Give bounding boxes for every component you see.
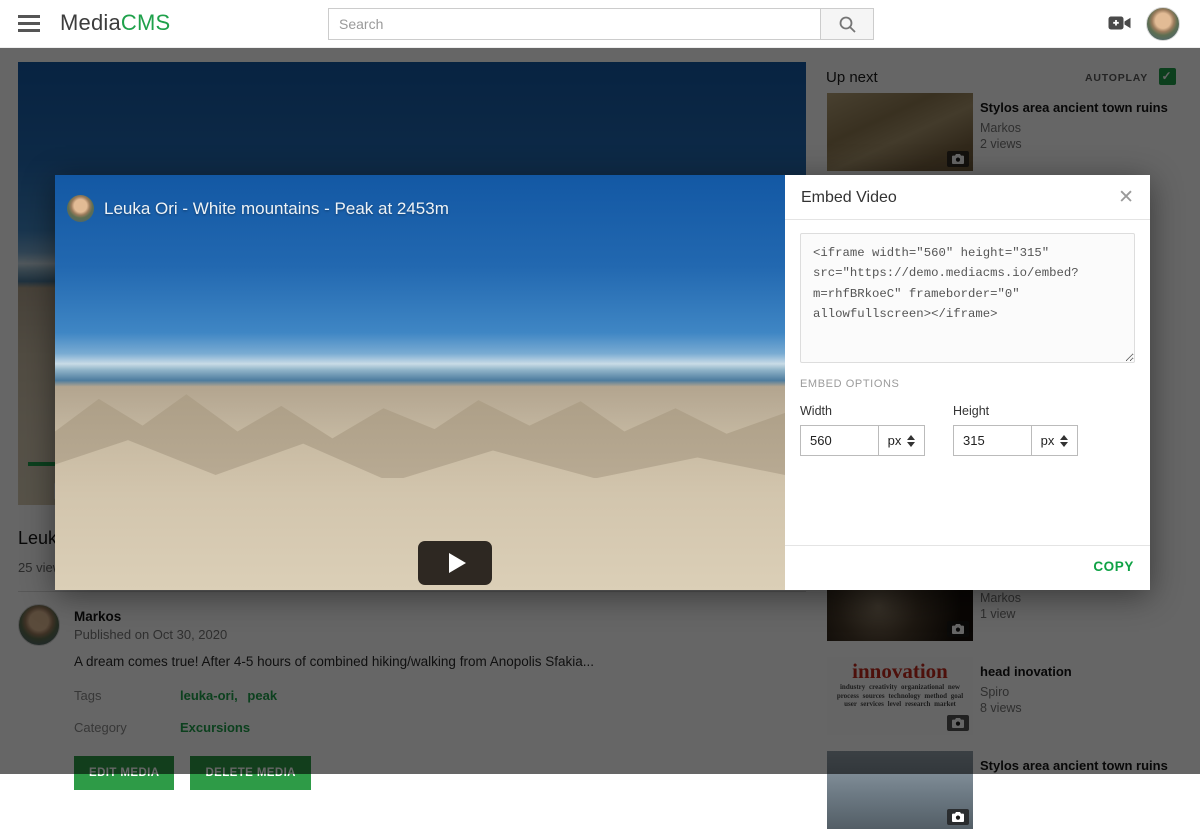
width-label: Width: [800, 404, 925, 418]
mediacms-logo[interactable]: MediaCMS: [60, 10, 170, 36]
menu-icon[interactable]: [18, 15, 40, 32]
embed-options-label: EMBED OPTIONS: [800, 378, 1135, 390]
height-unit-value: px: [1041, 433, 1055, 448]
height-label: Height: [953, 404, 1078, 418]
width-unit-select[interactable]: px: [878, 425, 925, 456]
embed-preview-player[interactable]: Leuka Ori - White mountains - Peak at 24…: [55, 175, 785, 590]
spinner-arrows-icon: [907, 435, 915, 447]
search-button[interactable]: [820, 8, 874, 40]
search-input[interactable]: [328, 8, 820, 40]
copy-button[interactable]: COPY: [1093, 559, 1134, 574]
modal-title: Embed Video: [801, 189, 897, 207]
play-icon: [449, 553, 466, 573]
top-bar: MediaCMS: [0, 0, 1200, 48]
width-input[interactable]: [800, 425, 878, 456]
height-input[interactable]: [953, 425, 1031, 456]
preview-play-button[interactable]: [418, 541, 492, 585]
preview-author-avatar: [67, 195, 94, 222]
preview-video-title: Leuka Ori - White mountains - Peak at 24…: [104, 199, 449, 219]
embed-code-textarea[interactable]: <iframe width="560" height="315" src="ht…: [800, 233, 1135, 363]
embed-panel: Embed Video ✕ <iframe width="560" height…: [785, 175, 1150, 590]
height-unit-select[interactable]: px: [1031, 425, 1078, 456]
user-avatar[interactable]: [1146, 7, 1180, 41]
upload-media-icon[interactable]: [1108, 15, 1132, 37]
embed-video-modal: Leuka Ori - White mountains - Peak at 24…: [55, 175, 1150, 590]
search-icon: [838, 15, 857, 34]
camera-icon: [947, 809, 969, 825]
close-icon[interactable]: ✕: [1118, 188, 1134, 207]
spinner-arrows-icon: [1060, 435, 1068, 447]
width-unit-value: px: [888, 433, 902, 448]
